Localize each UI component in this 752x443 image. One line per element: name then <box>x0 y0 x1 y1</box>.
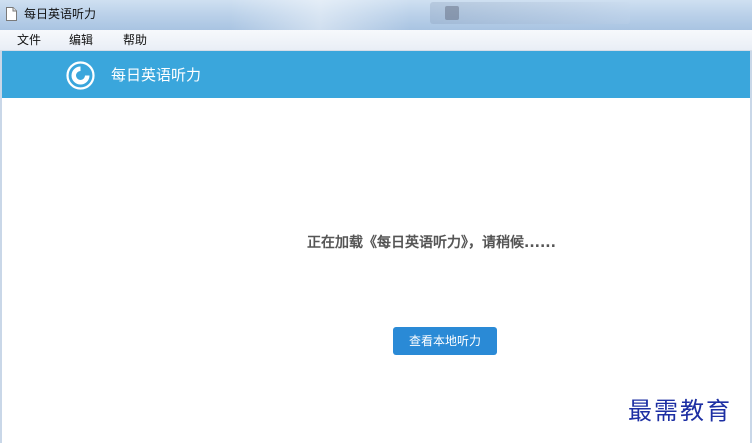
app-header: 每日英语听力 <box>2 51 750 98</box>
menu-file[interactable]: 文件 <box>17 33 41 47</box>
window-title: 每日英语听力 <box>24 7 97 21</box>
app-window: 每日英语听力 文件 编辑 帮助 每日英语听力 正在加载《每日英语听力》，请稍候.… <box>0 0 752 443</box>
watermark-logo: 最需教育 <box>628 397 732 425</box>
menu-edit[interactable]: 编辑 <box>69 33 93 47</box>
window-titlebar[interactable]: 每日英语听力 <box>0 0 752 30</box>
titlebar-background-blur <box>230 0 410 30</box>
app-name: 每日英语听力 <box>111 66 202 84</box>
document-icon <box>6 7 17 21</box>
menu-help[interactable]: 帮助 <box>123 33 147 47</box>
view-local-listening-button[interactable]: 查看本地听力 <box>393 327 497 355</box>
app-logo-icon <box>66 61 95 90</box>
titlebar-background-blur <box>430 2 630 24</box>
titlebar-background-blur <box>445 6 459 20</box>
loading-message: 正在加载《每日英语听力》，请稍候...... <box>307 235 556 251</box>
menu-bar: 文件 编辑 帮助 <box>0 30 752 51</box>
window-border-left <box>0 51 2 443</box>
